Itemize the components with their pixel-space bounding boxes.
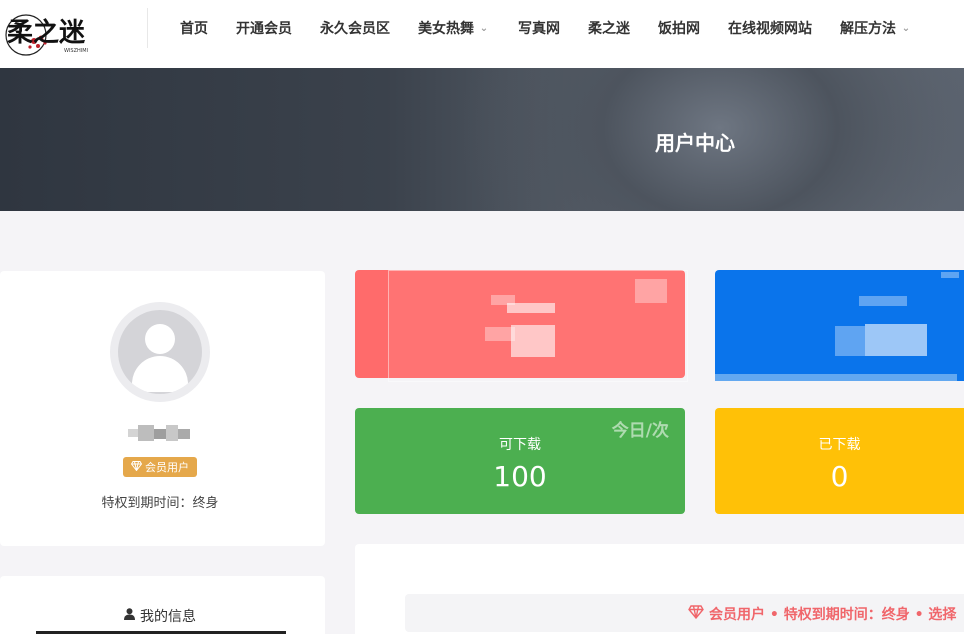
nav-item-rouzhimi[interactable]: 柔之迷 — [588, 18, 630, 38]
nav-item-fanpai[interactable]: 饭拍网 — [658, 18, 700, 38]
member-badge-label: 会员用户 — [145, 461, 189, 474]
nav-item-photo[interactable]: 写真网 — [518, 18, 560, 38]
user-avatar-icon — [118, 310, 202, 394]
stat-card-blue — [715, 270, 964, 381]
username-blurred — [128, 425, 192, 441]
stat-card-downloadable: 今日/次 可下载 100 — [355, 408, 685, 514]
nav-item-vip[interactable]: 开通会员 — [236, 18, 292, 38]
logo-text: 柔之迷 — [7, 17, 86, 48]
member-badge: 会员用户 — [123, 457, 197, 477]
site-header: 柔之迷 WISZHIMI 首页 开通会员 永久会员区 美女热舞 ⌄ 写真网 柔之迷… — [0, 0, 964, 68]
stat-label-downloaded: 已下载 — [818, 437, 861, 453]
stat-value-downloadable: 100 — [493, 460, 547, 493]
site-logo[interactable]: 柔之迷 WISZHIMI — [4, 5, 104, 57]
stat-label-downloadable: 可下载 — [499, 437, 541, 453]
chevron-down-icon: ⌄ — [901, 22, 911, 34]
stat-card-downloaded: 已下载 0 — [715, 408, 964, 514]
page-title: 用户中心 — [655, 131, 735, 155]
logo-divider — [147, 8, 148, 48]
avatar[interactable] — [110, 302, 210, 402]
my-info-heading[interactable]: 我的信息 — [0, 606, 320, 626]
nav-item-relax[interactable]: 解压方法 ⌄ — [840, 18, 912, 38]
main-nav: 首页 开通会员 永久会员区 美女热舞 ⌄ 写真网 柔之迷 饭拍网 在线视频网站 解… — [166, 0, 926, 56]
nav-item-lifetime-vip[interactable]: 永久会员区 — [320, 18, 390, 38]
stat-card-blue-edge — [715, 374, 957, 381]
nav-item-home[interactable]: 首页 — [180, 18, 208, 38]
page-banner — [0, 68, 964, 211]
chevron-down-icon: ⌄ — [479, 22, 489, 34]
my-info-label: 我的信息 — [140, 609, 196, 625]
logo-graphic: 柔之迷 WISZHIMI — [5, 14, 88, 56]
stat-card-red-overlay — [388, 270, 688, 382]
member-notice: 会员用户 • 特权到期时间：终身 • 选择 — [688, 604, 956, 624]
nav-item-video[interactable]: 在线视频网站 — [728, 18, 812, 38]
nav-item-dance[interactable]: 美女热舞 ⌄ — [418, 18, 490, 38]
stat-value-downloaded: 0 — [830, 460, 849, 493]
user-icon — [124, 608, 135, 624]
logo-subtext: WISZHIMI — [64, 48, 88, 54]
diamond-icon — [688, 605, 704, 623]
expire-time: 特权到期时间：终身 — [101, 496, 219, 511]
diamond-icon — [130, 460, 143, 474]
member-notice-text: 会员用户 • 特权到期时间：终身 • 选择 — [709, 607, 957, 623]
